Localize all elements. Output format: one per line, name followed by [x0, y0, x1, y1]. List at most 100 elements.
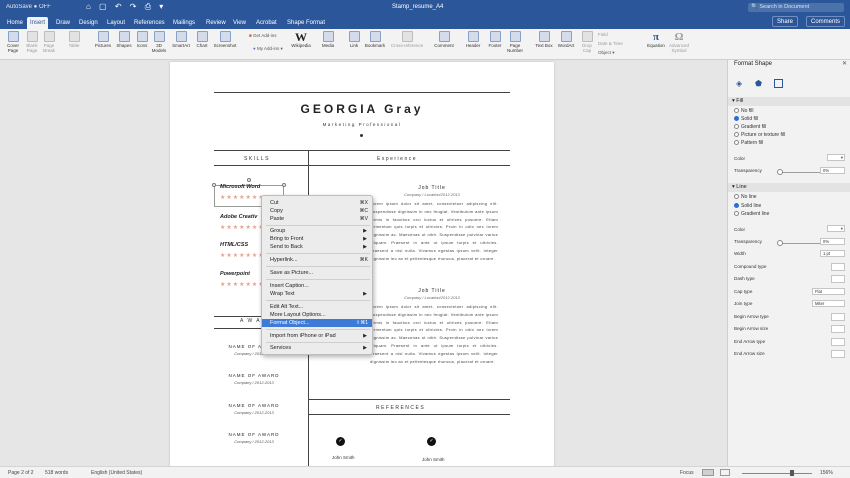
layout-properties-icon[interactable] — [774, 79, 783, 88]
fill-section-header[interactable]: ▾ Fill — [728, 97, 850, 106]
zoom-level[interactable]: 156% — [820, 470, 833, 476]
radio-gradient-line[interactable]: Gradient line — [734, 211, 769, 218]
share-button[interactable]: Share — [772, 16, 799, 27]
page-number-button[interactable]: Page Number — [506, 31, 524, 53]
cap-type-dropdown[interactable]: Flat — [812, 288, 845, 295]
comments-button[interactable]: Comments — [806, 16, 846, 27]
cross-reference-button[interactable]: Cross-reference — [388, 31, 426, 48]
slider-knob[interactable] — [777, 240, 783, 246]
field-button[interactable]: Field — [598, 32, 608, 37]
menu-item-paste[interactable]: Paste ⌘V — [262, 215, 372, 223]
begin-arrow-size-dropdown[interactable] — [831, 325, 845, 333]
quick-access-toolbar[interactable]: ⌂ ▢ ↶ ↷ ⎙ ▾ — [86, 2, 166, 12]
menu-item-send-to-back[interactable]: Send to Back ▶ — [262, 243, 372, 251]
menu-item-format-object[interactable]: Format Object... ⇧⌘1 — [262, 319, 372, 327]
menu-item-copy[interactable]: Copy ⌘C — [262, 207, 372, 215]
zoom-slider[interactable] — [742, 473, 812, 474]
menu-item-save-as-picture[interactable]: Save as Picture... — [262, 269, 372, 277]
tab-review[interactable]: Review — [203, 17, 229, 29]
radio-no-line[interactable]: No line — [734, 194, 757, 201]
bookmark-button[interactable]: Bookmark — [363, 31, 387, 48]
equation-button[interactable]: π Equation — [645, 31, 667, 48]
slider-knob[interactable] — [777, 169, 783, 175]
tab-insert[interactable]: Insert — [27, 17, 49, 29]
menu-item-insert-caption[interactable]: Insert Caption... — [262, 282, 372, 290]
screenshot-button[interactable]: Screenshot — [212, 31, 238, 48]
fill-line-icon[interactable]: ◈ — [736, 79, 745, 88]
my-addins-button[interactable]: ● My Add-ins ▾ — [253, 46, 283, 52]
web-layout-icon[interactable] — [720, 469, 730, 476]
resize-handle[interactable] — [282, 183, 286, 187]
line-color-picker[interactable]: ▾ — [827, 225, 845, 232]
tab-draw[interactable]: Draw — [53, 17, 73, 29]
fill-color-picker[interactable]: ▾ — [827, 154, 845, 161]
close-icon[interactable]: ✕ — [842, 60, 847, 67]
begin-arrow-type-dropdown[interactable] — [831, 313, 845, 321]
print-layout-icon[interactable] — [702, 469, 714, 476]
resize-handle[interactable] — [212, 183, 216, 187]
radio-gradient-fill[interactable]: Gradient fill — [734, 124, 766, 131]
radio-solid-fill[interactable]: Solid fill — [734, 116, 758, 123]
menu-item-edit-alt-text[interactable]: Edit Alt Text... — [262, 303, 372, 311]
object-button[interactable]: Object ▾ — [598, 50, 615, 56]
tab-layout[interactable]: Layout — [104, 17, 128, 29]
width-input[interactable]: 1 pt — [820, 250, 845, 257]
tab-shape-format[interactable]: Shape Format — [284, 17, 328, 29]
line-transparency-input[interactable]: 0% — [820, 238, 845, 245]
table-button[interactable]: Table — [65, 31, 83, 48]
cover-page-button[interactable]: Cover Page — [5, 31, 21, 53]
get-addins-button[interactable]: ■ Get Add-ins — [249, 33, 276, 38]
menu-item-import-from-iphone[interactable]: Import from iPhone or iPad ▶ — [262, 332, 372, 340]
comment-button[interactable]: Comment — [432, 31, 456, 48]
header-button[interactable]: Header — [463, 31, 483, 48]
footer-button[interactable]: Footer — [486, 31, 504, 48]
3d-models-button[interactable]: 3D Models — [150, 31, 168, 53]
tab-acrobat[interactable]: Acrobat — [253, 17, 280, 29]
tab-home[interactable]: Home — [4, 17, 26, 29]
tab-references[interactable]: References — [131, 17, 168, 29]
focus-button[interactable]: Focus — [680, 470, 694, 476]
menu-item-group[interactable]: Group ▶ — [262, 227, 372, 235]
word-count[interactable]: 518 words — [45, 470, 68, 476]
text-box-button[interactable]: Text Box — [533, 31, 555, 48]
radio-pattern-fill[interactable]: Pattern fill — [734, 140, 763, 147]
search-input[interactable]: 🔍 Search in Document — [748, 3, 844, 12]
page-count[interactable]: Page 2 of 2 — [8, 470, 34, 476]
drop-cap-button[interactable]: Drop Cap — [579, 31, 595, 53]
date-time-button[interactable]: Date & Time — [598, 41, 623, 46]
radio-no-fill[interactable]: No fill — [734, 108, 754, 115]
menu-item-cut[interactable]: Cut ⌘X — [262, 199, 372, 207]
effects-icon[interactable]: ⬟ — [755, 79, 764, 88]
line-section-header[interactable]: ▾ Line — [728, 183, 850, 192]
shapes-button[interactable]: Shapes — [115, 31, 133, 48]
tab-view[interactable]: View — [230, 17, 249, 29]
zoom-slider-knob[interactable] — [790, 470, 794, 476]
radio-solid-line[interactable]: Solid line — [734, 203, 761, 210]
tab-design[interactable]: Design — [76, 17, 101, 29]
tab-mailings[interactable]: Mailings — [170, 17, 198, 29]
smartart-button[interactable]: SmartArt — [170, 31, 192, 48]
blank-page-button[interactable]: Blank Page — [24, 31, 40, 53]
menu-item-bring-to-front[interactable]: Bring to Front ▶ — [262, 235, 372, 243]
radio-picture-fill[interactable]: Picture or texture fill — [734, 132, 785, 139]
wikipedia-button[interactable]: W Wikipedia — [288, 31, 314, 48]
rotate-handle[interactable] — [247, 178, 251, 182]
join-type-dropdown[interactable]: Miter — [812, 300, 845, 307]
dash-type-dropdown[interactable] — [831, 275, 845, 283]
chart-button[interactable]: Chart — [194, 31, 210, 48]
end-arrow-type-dropdown[interactable] — [831, 338, 845, 346]
pictures-button[interactable]: Pictures — [92, 31, 114, 48]
language-status[interactable]: English (United States) — [91, 470, 142, 476]
end-arrow-size-dropdown[interactable] — [831, 350, 845, 358]
compound-type-dropdown[interactable] — [831, 263, 845, 271]
menu-item-hyperlink[interactable]: Hyperlink... ⌘K — [262, 256, 372, 264]
fill-transparency-input[interactable]: 0% — [820, 167, 845, 174]
page-break-button[interactable]: Page Break — [41, 31, 57, 53]
menu-item-more-layout-options[interactable]: More Layout Options... — [262, 311, 372, 319]
advanced-symbol-button[interactable]: Ω Advanced Symbol — [667, 31, 691, 53]
menu-item-wrap-text[interactable]: Wrap Text ▶ — [262, 290, 372, 298]
media-button[interactable]: Media — [320, 31, 336, 48]
menu-item-services[interactable]: Services ▶ — [262, 344, 372, 352]
link-button[interactable]: Link — [347, 31, 361, 48]
wordart-button[interactable]: WordArt — [555, 31, 577, 48]
